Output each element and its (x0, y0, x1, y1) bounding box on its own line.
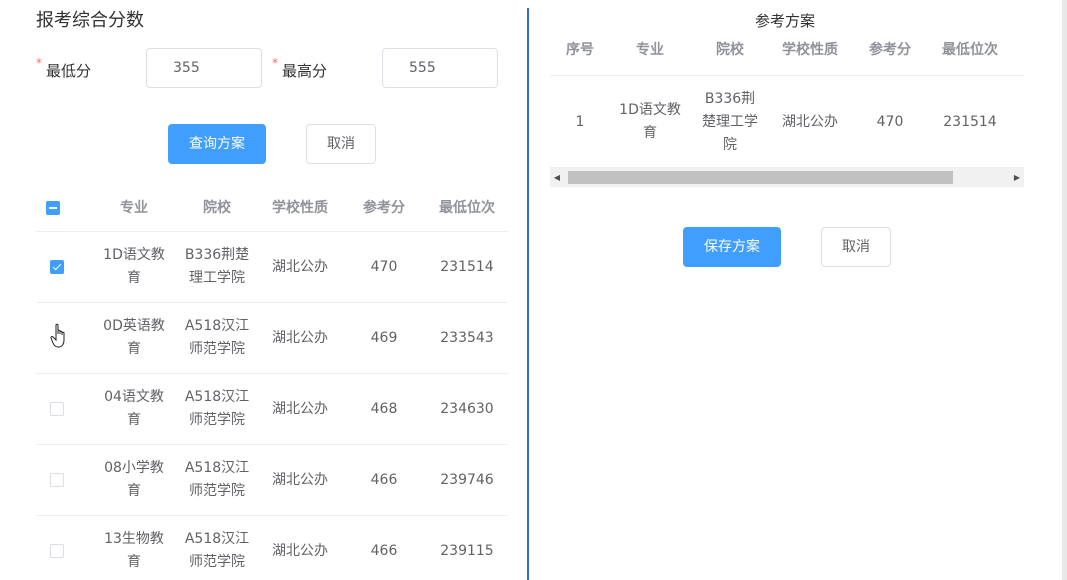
min-score-input[interactable]: 355 (146, 48, 262, 88)
row-checkbox[interactable] (50, 544, 64, 558)
page-title: 报考综合分数 (36, 10, 144, 31)
row-checkbox[interactable] (50, 473, 64, 487)
col-ref-score: 参考分 (869, 42, 911, 58)
max-score-label-text: 最高分 (282, 62, 328, 80)
plan-table-header: 序号 专业 院校 学校性质 参考分 最低位次 (550, 28, 1024, 76)
cell-min-rank: 231514 (943, 113, 997, 130)
cell-major: 1D语文教育 (619, 102, 681, 141)
cell-ref-score: 470 (370, 258, 398, 275)
right-panel: 参考方案 序号 专业 院校 学校性质 参考分 最低位次 1 1D语文教育 B33… (530, 0, 1067, 580)
cell-major: 0D英语教育 (103, 318, 165, 357)
cell-ref-score: 470 (876, 113, 904, 130)
cell-school-type: 湖北公办 (272, 258, 328, 275)
cell-school: A518汉江 师范学院 (184, 389, 250, 428)
col-school: 院校 (203, 200, 231, 216)
panel-divider (527, 8, 529, 580)
cell-school: A518汉江 师范学院 (184, 318, 250, 357)
scroll-left-icon[interactable]: ◀ (550, 168, 564, 187)
cell-school: B336荆楚理工学院 (702, 90, 758, 153)
min-score-label: * 最低分 (36, 56, 92, 81)
cell-min-rank: 233543 (440, 329, 494, 346)
cell-school: B336荆楚理工学院 (184, 247, 250, 286)
cell-major: 08小学教育 (104, 460, 164, 499)
col-ref-score: 参考分 (363, 200, 405, 216)
row-checkbox[interactable] (50, 402, 64, 416)
cell-ref-score: 468 (370, 400, 398, 417)
table-row[interactable]: 0D英语教育 A518汉江 师范学院 湖北公办 469 233543 (36, 303, 508, 374)
row-checkbox[interactable] (50, 260, 64, 274)
cell-min-rank: 231514 (440, 258, 494, 275)
cancel-button[interactable]: 取消 (306, 124, 376, 164)
query-plan-button[interactable]: 查询方案 (168, 124, 266, 164)
table-row[interactable]: 04语文教育 A518汉江 师范学院 湖北公办 468 234630 (36, 374, 508, 445)
left-panel: 报考综合分数 * 最低分 355 * 最高分 555 查询方案 取消 专业 院校 学… (0, 0, 520, 580)
cell-ref-score: 466 (370, 542, 398, 559)
cell-school-type: 湖北公办 (782, 113, 838, 130)
max-score-input[interactable]: 555 (382, 48, 498, 88)
cancel-button[interactable]: 取消 (821, 227, 891, 267)
table-row[interactable]: 13生物教育 A518汉江 师范学院 湖北公办 466 239115 (36, 516, 508, 580)
cell-school-type: 湖北公办 (272, 471, 328, 488)
scroll-right-icon[interactable]: ▶ (1010, 168, 1024, 187)
col-school-type: 学校性质 (782, 42, 838, 58)
cell-ref-score: 469 (370, 329, 398, 346)
cell-school-type: 湖北公办 (272, 400, 328, 417)
select-all-checkbox[interactable] (46, 201, 60, 215)
horizontal-scrollbar[interactable]: ◀ ▶ (550, 168, 1024, 187)
table-header: 专业 院校 学校性质 参考分 最低位次 (36, 186, 508, 232)
cell-index: 1 (575, 113, 585, 130)
cell-school: A518汉江 师范学院 (184, 460, 250, 499)
cell-school: A518汉江 师范学院 (184, 531, 250, 570)
required-mark: * (272, 56, 278, 70)
plan-table-row[interactable]: 1 1D语文教育 B336荆 楚理工学院 湖北公办 470 231514 (550, 76, 1024, 168)
table-row[interactable]: 08小学教育 A518汉江 师范学院 湖北公办 466 239746 (36, 445, 508, 516)
col-major: 专业 (636, 42, 664, 58)
min-score-label-text: 最低分 (46, 62, 92, 80)
col-min-rank: 最低位次 (942, 42, 998, 58)
cell-school-type: 湖北公办 (272, 329, 328, 346)
col-school-type: 学校性质 (272, 200, 328, 216)
col-index: 序号 (566, 42, 594, 58)
required-mark: * (36, 56, 42, 70)
max-score-label: * 最高分 (272, 56, 328, 81)
cell-min-rank: 234630 (440, 400, 494, 417)
hand-pointer-icon (50, 323, 65, 348)
cell-min-rank: 239746 (440, 471, 494, 488)
cell-min-rank: 239115 (440, 542, 494, 559)
save-plan-button[interactable]: 保存方案 (683, 227, 781, 267)
scroll-thumb[interactable] (568, 171, 953, 184)
cell-ref-score: 466 (370, 471, 398, 488)
cell-school-type: 湖北公办 (272, 542, 328, 559)
col-min-rank: 最低位次 (439, 200, 495, 216)
col-major: 专业 (120, 200, 148, 216)
cell-major: 1D语文教育 (103, 247, 165, 286)
cell-major: 13生物教育 (104, 531, 164, 570)
cell-major: 04语文教育 (104, 389, 164, 428)
col-school: 院校 (716, 42, 744, 58)
table-row[interactable]: 1D语文教育 B336荆楚 理工学院 湖北公办 470 231514 (36, 232, 508, 303)
window-edge (1062, 0, 1067, 580)
